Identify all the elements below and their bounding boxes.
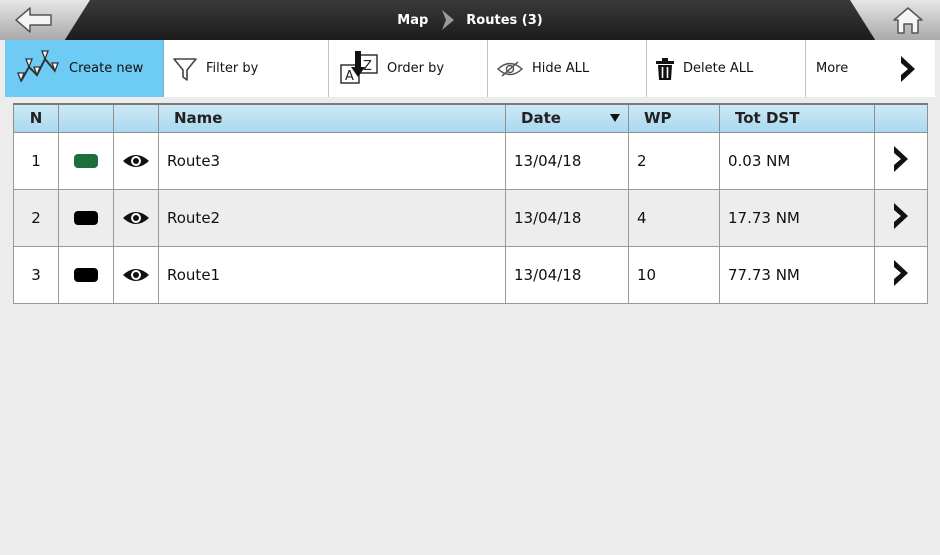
route-total-distance: 17.73 NM bbox=[719, 188, 875, 247]
table-header-row: N Name Date WP Tot DST bbox=[13, 103, 928, 133]
route-name: Route3 bbox=[158, 131, 506, 190]
toolbar: Create new Filter by A Z Order by Hide A… bbox=[5, 40, 935, 97]
chevron-right-icon bbox=[899, 54, 917, 84]
filter-by-button[interactable]: Filter by bbox=[164, 40, 329, 97]
chevron-right-icon bbox=[894, 145, 908, 172]
table-row[interactable]: 2 Route2 13/04/18 4 17.73 NM bbox=[13, 188, 928, 247]
route-name: Route1 bbox=[158, 245, 506, 304]
color-swatch bbox=[74, 154, 98, 168]
route-waypoints: 4 bbox=[628, 188, 720, 247]
column-header-color bbox=[58, 103, 114, 133]
create-new-label: Create new bbox=[69, 61, 144, 76]
delete-all-label: Delete ALL bbox=[683, 61, 754, 76]
svg-text:A: A bbox=[345, 69, 354, 84]
column-header-date-label: Date bbox=[521, 109, 561, 128]
more-button[interactable]: More bbox=[806, 40, 935, 97]
breadcrumb: Map Routes (3) bbox=[0, 0, 940, 40]
row-number: 1 bbox=[13, 131, 59, 190]
visibility-toggle[interactable] bbox=[113, 131, 159, 190]
table-row[interactable]: 3 Route1 13/04/18 10 77.73 NM bbox=[13, 245, 928, 304]
column-header-tot-dst[interactable]: Tot DST bbox=[719, 103, 875, 133]
funnel-icon bbox=[172, 56, 198, 82]
route-waypoints: 10 bbox=[628, 245, 720, 304]
visibility-toggle[interactable] bbox=[113, 188, 159, 247]
route-total-distance: 77.73 NM bbox=[719, 245, 875, 304]
row-open-button[interactable] bbox=[874, 188, 928, 247]
svg-text:Z: Z bbox=[363, 59, 372, 74]
route-total-distance: 0.03 NM bbox=[719, 131, 875, 190]
visibility-toggle[interactable] bbox=[113, 245, 159, 304]
column-header-name[interactable]: Name bbox=[158, 103, 506, 133]
column-header-visibility bbox=[113, 103, 159, 133]
title-bar: Map Routes (3) bbox=[0, 0, 940, 40]
order-by-label: Order by bbox=[387, 61, 445, 76]
route-color-cell[interactable] bbox=[58, 245, 114, 304]
color-swatch bbox=[74, 211, 98, 225]
triangle-down-icon bbox=[610, 114, 620, 123]
trash-icon bbox=[655, 57, 675, 81]
column-header-date[interactable]: Date bbox=[505, 103, 629, 133]
table-row[interactable]: 1 Route3 13/04/18 2 0.03 NM bbox=[13, 131, 928, 190]
chevron-right-icon bbox=[894, 202, 908, 229]
chevron-right-icon bbox=[894, 259, 908, 286]
eye-slash-icon bbox=[496, 60, 524, 78]
back-arrow-icon[interactable] bbox=[14, 5, 54, 35]
row-number: 2 bbox=[13, 188, 59, 247]
row-number: 3 bbox=[13, 245, 59, 304]
column-header-n[interactable]: N bbox=[13, 103, 59, 133]
route-color-cell[interactable] bbox=[58, 131, 114, 190]
column-header-actions bbox=[874, 103, 928, 133]
route-waypoints: 2 bbox=[628, 131, 720, 190]
more-label: More bbox=[816, 61, 849, 76]
eye-icon bbox=[123, 268, 149, 281]
route-color-cell[interactable] bbox=[58, 188, 114, 247]
create-new-button[interactable]: Create new bbox=[5, 40, 164, 97]
eye-icon bbox=[123, 211, 149, 224]
hide-all-button[interactable]: Hide ALL bbox=[488, 40, 647, 97]
route-nodes-icon bbox=[15, 49, 61, 89]
route-date: 13/04/18 bbox=[505, 131, 629, 190]
color-swatch bbox=[74, 268, 98, 282]
row-open-button[interactable] bbox=[874, 131, 928, 190]
row-open-button[interactable] bbox=[874, 245, 928, 304]
routes-table: N Name Date WP Tot DST 1 Route3 13/04/18… bbox=[13, 103, 928, 304]
eye-icon bbox=[123, 154, 149, 167]
order-by-button[interactable]: A Z Order by bbox=[329, 40, 488, 97]
sort-az-icon: A Z bbox=[339, 50, 379, 87]
route-name: Route2 bbox=[158, 188, 506, 247]
route-date: 13/04/18 bbox=[505, 188, 629, 247]
route-date: 13/04/18 bbox=[505, 245, 629, 304]
hide-all-label: Hide ALL bbox=[532, 61, 590, 76]
home-icon[interactable] bbox=[888, 5, 928, 35]
breadcrumb-routes: Routes (3) bbox=[466, 12, 543, 28]
filter-by-label: Filter by bbox=[206, 61, 259, 76]
breadcrumb-map[interactable]: Map bbox=[397, 13, 428, 28]
breadcrumb-separator-icon bbox=[440, 9, 456, 31]
delete-all-button[interactable]: Delete ALL bbox=[647, 40, 806, 97]
column-header-wp[interactable]: WP bbox=[628, 103, 720, 133]
